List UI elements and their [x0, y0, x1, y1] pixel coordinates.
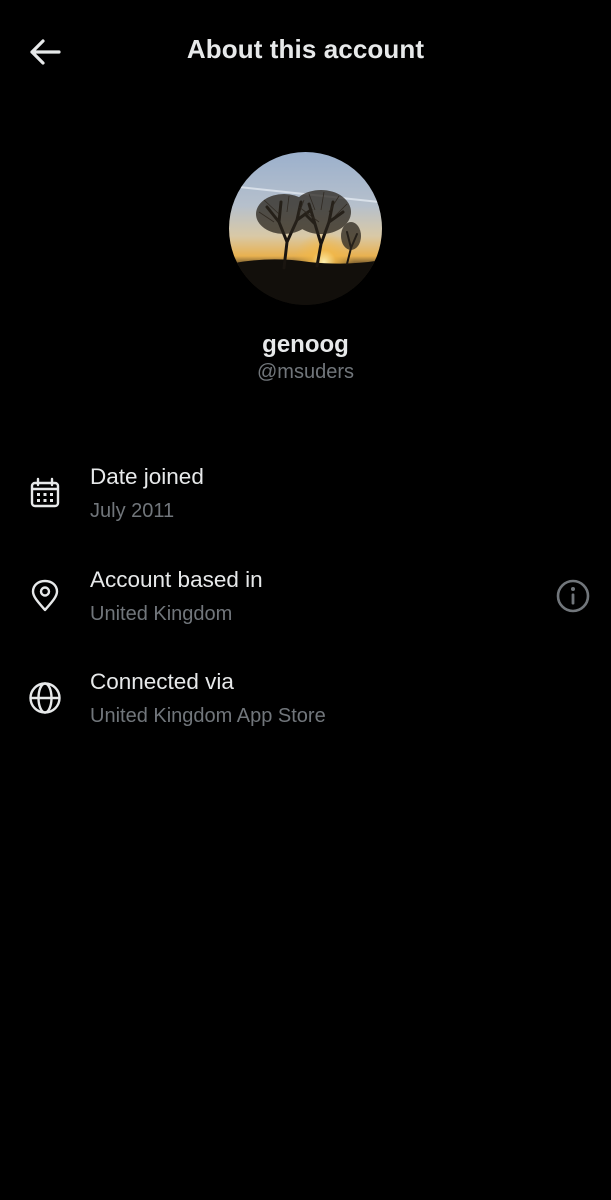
account-based-in-value: United Kingdom [90, 603, 233, 625]
page-title: About this account [186, 34, 425, 64]
date-joined-row: Date joined July 2011 [0, 455, 611, 545]
connected-via-label: Connected via [90, 669, 234, 694]
avatar-image [229, 152, 382, 305]
globe-icon [25, 678, 65, 718]
username-handle: @msuders [257, 361, 354, 383]
connected-via-row: Connected via United Kingdom App Store [0, 660, 611, 750]
account-based-in-row: Account based in United Kingdom [0, 558, 611, 648]
date-joined-label: Date joined [90, 464, 204, 489]
connected-via-value: United Kingdom App Store [90, 705, 326, 727]
location-info-button[interactable] [552, 575, 594, 617]
info-icon [556, 579, 590, 613]
location-pin-icon [25, 576, 65, 616]
top-app-bar: About this account [0, 0, 611, 102]
date-joined-value: July 2011 [90, 500, 175, 522]
calendar-icon [25, 473, 65, 513]
display-name: genoog [262, 331, 349, 358]
avatar[interactable] [229, 152, 382, 305]
account-based-in-label: Account based in [90, 567, 263, 592]
